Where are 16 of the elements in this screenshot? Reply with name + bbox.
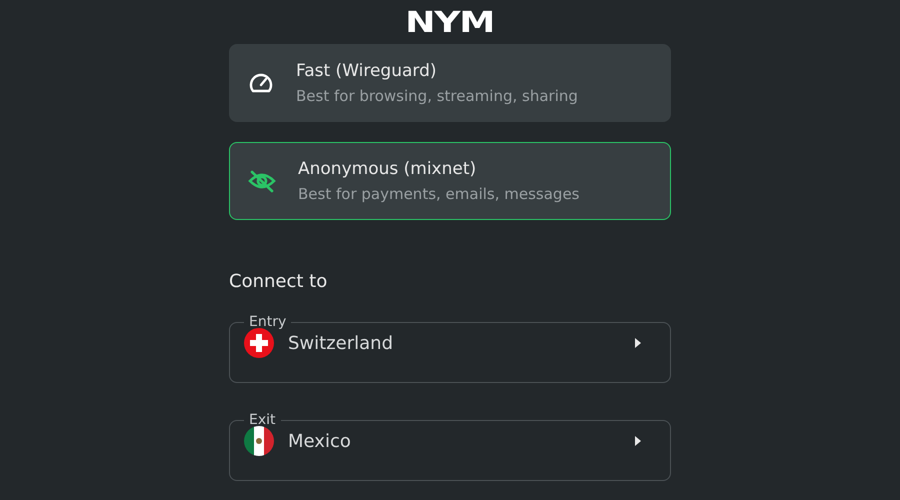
location-selector[interactable]: Exit Mexico: [229, 413, 671, 481]
caret-icon: [634, 337, 642, 349]
caret-icon: [634, 435, 642, 447]
flag-icon: [244, 328, 274, 358]
location-selector[interactable]: Entry Switzerland: [229, 315, 671, 383]
mode-option[interactable]: Fast (Wireguard) Best for browsing, streaming, sharing: [229, 44, 671, 122]
speedometer-icon: [248, 72, 274, 94]
logo: NYM: [406, 8, 494, 37]
field-label: Exit: [248, 413, 277, 427]
country-name: Mexico: [288, 430, 352, 454]
flag-icon: [244, 426, 274, 456]
field-label: Entry: [248, 315, 288, 329]
country-name: Switzerland: [288, 332, 394, 356]
section-heading: Connect to: [229, 270, 328, 294]
eye-slash-icon: [248, 169, 276, 193]
mode-option[interactable]: Anonymous (mixnet) Best for payments, emails, messages: [229, 142, 671, 220]
